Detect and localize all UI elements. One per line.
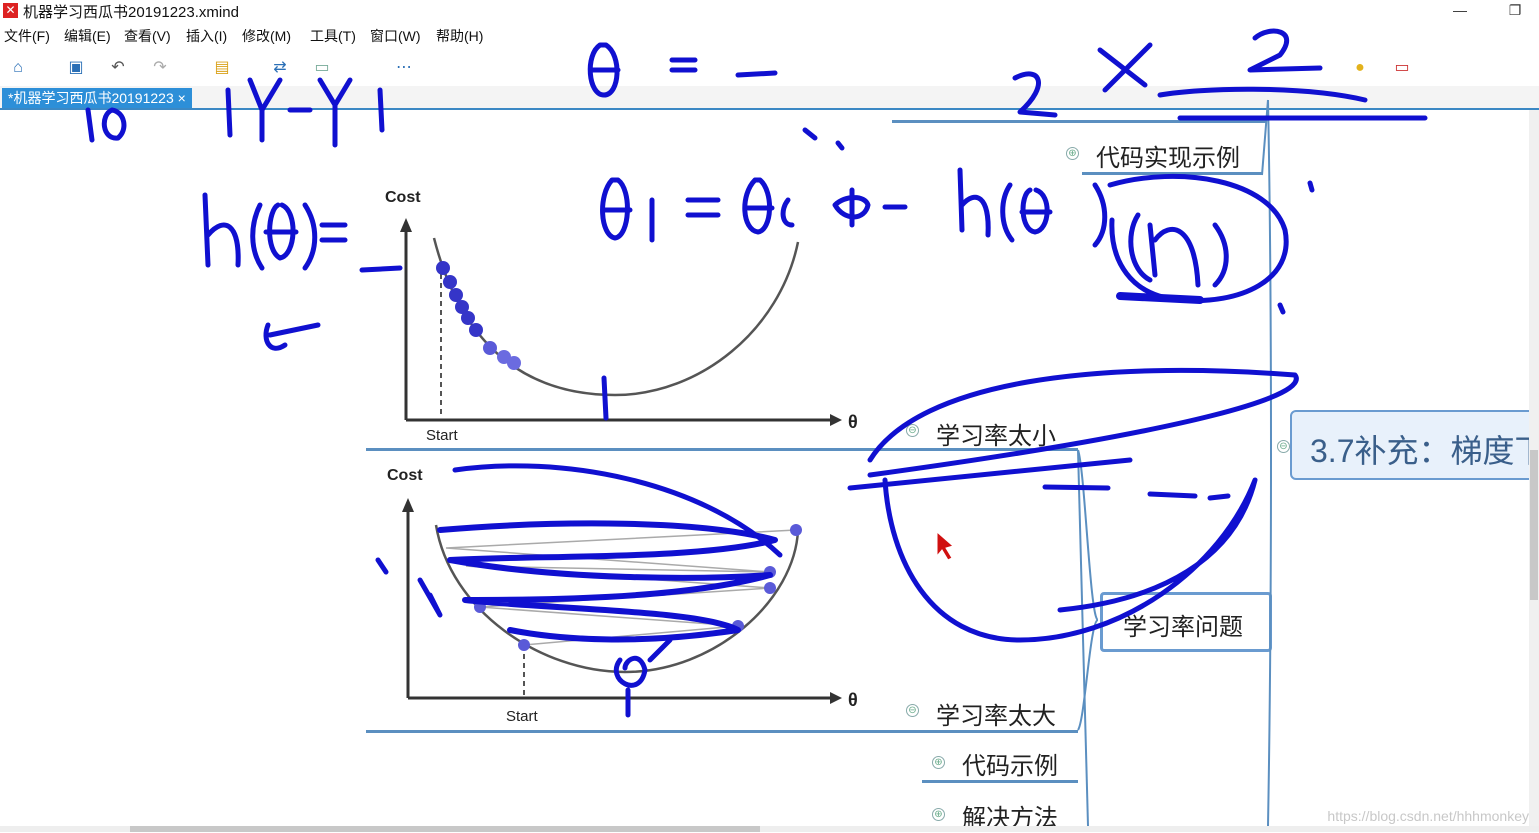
step-point (449, 288, 463, 302)
ink-dot (375, 557, 389, 575)
ink-scribble (437, 520, 778, 643)
ink-dashes (1042, 484, 1231, 501)
branch-connector (1261, 99, 1269, 176)
scroll-thumb[interactable] (1530, 450, 1538, 600)
horizontal-scrollbar[interactable] (0, 826, 1539, 832)
ink-equals (669, 57, 778, 78)
step-point (443, 275, 457, 289)
ink-annotations (85, 28, 1428, 718)
ink-theta (263, 322, 321, 351)
ink-two (1012, 71, 1058, 118)
ink-mark (601, 375, 609, 421)
ink-eta (1128, 212, 1229, 288)
ink-scribble (452, 463, 783, 558)
chart-lr-small: Cost θ Start (385, 189, 858, 444)
branch-connector (1077, 449, 1089, 827)
ink-equals (685, 197, 721, 218)
ink-theta1 (600, 177, 655, 243)
ink-arrow (417, 577, 443, 618)
start-label: Start (426, 427, 459, 444)
watermark: https://blog.csdn.net/hhhmonkey (1327, 808, 1529, 824)
ink-theta0 (587, 42, 621, 98)
ink-abs-error (225, 77, 385, 148)
x-axis-arrow (830, 414, 842, 426)
ink-loop (882, 477, 1258, 643)
ink-dash (359, 265, 403, 273)
step-point (518, 639, 530, 651)
ink-h-theta (250, 202, 348, 271)
mouse-cursor-icon (936, 530, 955, 561)
step-point (461, 311, 475, 325)
ink-two (1247, 28, 1323, 73)
ink-h (202, 192, 241, 268)
ink-minus (832, 187, 908, 228)
step-point (436, 261, 450, 275)
x-axis-label: θ (848, 690, 858, 710)
ink-loss (85, 107, 127, 143)
ink-theta0 (742, 177, 795, 235)
ink-h-prime (957, 167, 991, 238)
y-axis-arrow (402, 498, 414, 512)
x-axis-arrow (830, 692, 842, 704)
step-point (483, 341, 497, 355)
step-point (507, 356, 521, 370)
cost-curve (432, 237, 800, 397)
ink-times (1097, 42, 1153, 93)
scroll-thumb[interactable] (130, 826, 760, 832)
y-axis-label: Cost (387, 467, 423, 484)
ink-dot (802, 127, 845, 151)
x-axis-label: θ (848, 412, 858, 432)
descent-steps (436, 261, 521, 370)
ink-theta-paren (1000, 182, 1108, 248)
vertical-scrollbar[interactable] (1529, 110, 1539, 830)
ink-underline (1116, 292, 1204, 304)
ink-loop (867, 367, 1299, 478)
step-point (469, 323, 483, 337)
map-overlay: Cost θ Start Cost θ Start (85, 28, 1428, 827)
step-point (764, 582, 776, 594)
y-axis-label: Cost (385, 189, 421, 206)
y-axis-arrow (400, 218, 412, 232)
branch-connector (1077, 619, 1099, 731)
start-label: Start (506, 708, 539, 725)
step-point (790, 524, 802, 536)
ink-mark (613, 637, 673, 718)
ink-digits (1157, 86, 1428, 121)
